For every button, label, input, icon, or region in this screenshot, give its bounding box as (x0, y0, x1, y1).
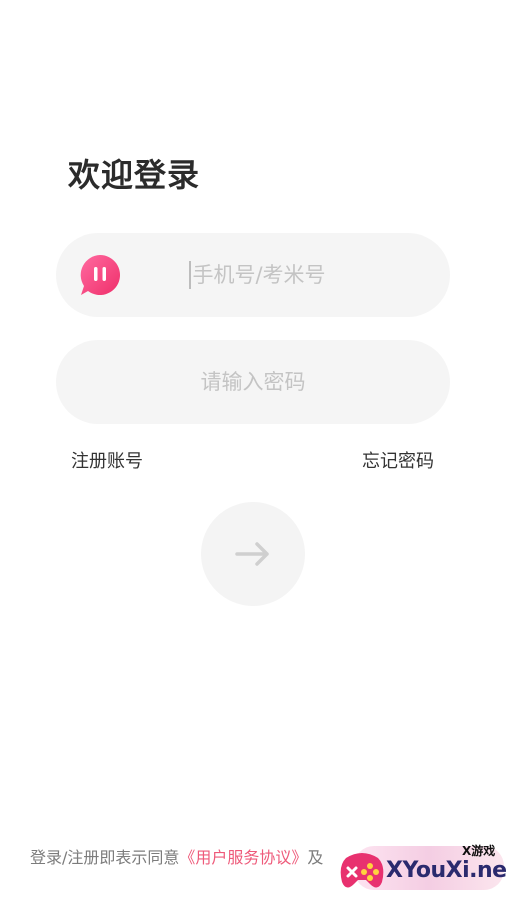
watermark-main: XYouXi.net (386, 858, 506, 883)
arrow-right-icon (235, 542, 269, 566)
register-link[interactable]: 注册账号 (71, 447, 143, 473)
forgot-password-link[interactable]: 忘记密码 (362, 447, 434, 473)
submit-button[interactable] (201, 502, 305, 606)
phone-input[interactable] (56, 233, 450, 317)
password-field[interactable] (56, 340, 450, 424)
agreement-suffix: 及 (307, 848, 324, 867)
page-title: 欢迎登录 (68, 156, 201, 194)
agreement-prefix: 登录/注册即表示同意 (30, 848, 180, 867)
user-service-agreement-link[interactable]: 《用户服务协议》 (179, 848, 307, 867)
phone-field[interactable] (56, 233, 450, 317)
watermark: X游戏 XYouXi.net (334, 838, 506, 900)
gamepad-icon (340, 853, 384, 888)
agreement-text: 登录/注册即表示同意《用户服务协议》及 (30, 844, 323, 868)
watermark-sub: X游戏 (462, 844, 496, 858)
password-input[interactable] (56, 340, 450, 424)
